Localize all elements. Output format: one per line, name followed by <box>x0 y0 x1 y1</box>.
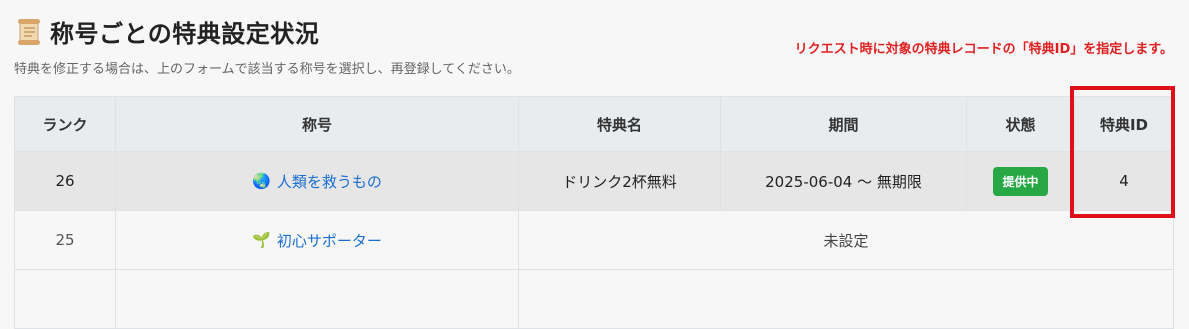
status-badge: 提供中 <box>993 166 1048 196</box>
column-header-status: 状態 <box>966 96 1075 152</box>
title-link[interactable]: 🌏 人類を救うもの <box>252 171 382 192</box>
title-text: 人類を救うもの <box>276 172 382 191</box>
page-title: 称号ごとの特典設定状況 <box>50 20 320 48</box>
benefit-cell: ドリンク2杯無料 <box>518 151 721 211</box>
column-header-period: 期間 <box>720 96 967 152</box>
title-cell: 🌱 初心サポーター <box>115 210 519 270</box>
period-cell: 2025-06-04 〜 無期限 <box>720 151 967 211</box>
title-cell <box>115 269 519 329</box>
seedling-icon: 🌱 <box>252 231 271 249</box>
annotation-note: リクエスト時に対象の特典レコードの「特典ID」を指定します。 <box>794 42 1173 57</box>
title-cell: 🌏 人類を救うもの <box>115 151 519 211</box>
column-header-title: 称号 <box>115 96 519 152</box>
globe-icon: 🌏 <box>252 172 271 190</box>
table-row <box>14 269 1174 329</box>
rank-cell <box>14 269 116 329</box>
column-header-rank: ランク <box>14 96 116 152</box>
table-row: 25 🌱 初心サポーター 未設定 <box>14 210 1174 270</box>
benefit-table: ランク 称号 特典名 期間 状態 特典ID 26 🌏 人類を救うもの ドリンク2… <box>14 96 1174 329</box>
unset-cell <box>518 269 1174 329</box>
title-link[interactable]: 🌱 初心サポーター <box>252 230 382 251</box>
title-text: 初心サポーター <box>276 231 382 250</box>
rank-cell: 26 <box>14 151 116 211</box>
table-row: 26 🌏 人類を救うもの ドリンク2杯無料 2025-06-04 〜 無期限 提… <box>14 151 1174 211</box>
scroll-icon <box>16 17 42 47</box>
column-header-benefit: 特典名 <box>518 96 721 152</box>
page-header: 称号ごとの特典設定状況 <box>16 14 319 49</box>
status-cell: 提供中 <box>966 151 1075 211</box>
rank-cell: 25 <box>14 210 116 270</box>
benefit-table-container: ランク 称号 特典名 期間 状態 特典ID 26 🌏 人類を救うもの ドリンク2… <box>14 96 1174 329</box>
unset-cell: 未設定 <box>518 210 1174 270</box>
page-subtitle: 特典を修正する場合は、上のフォームで該当する称号を選択し、再登録してください。 <box>14 62 520 77</box>
table-header-row: ランク 称号 特典名 期間 状態 特典ID <box>14 96 1174 152</box>
benefit-id-highlight-box <box>1070 86 1175 218</box>
